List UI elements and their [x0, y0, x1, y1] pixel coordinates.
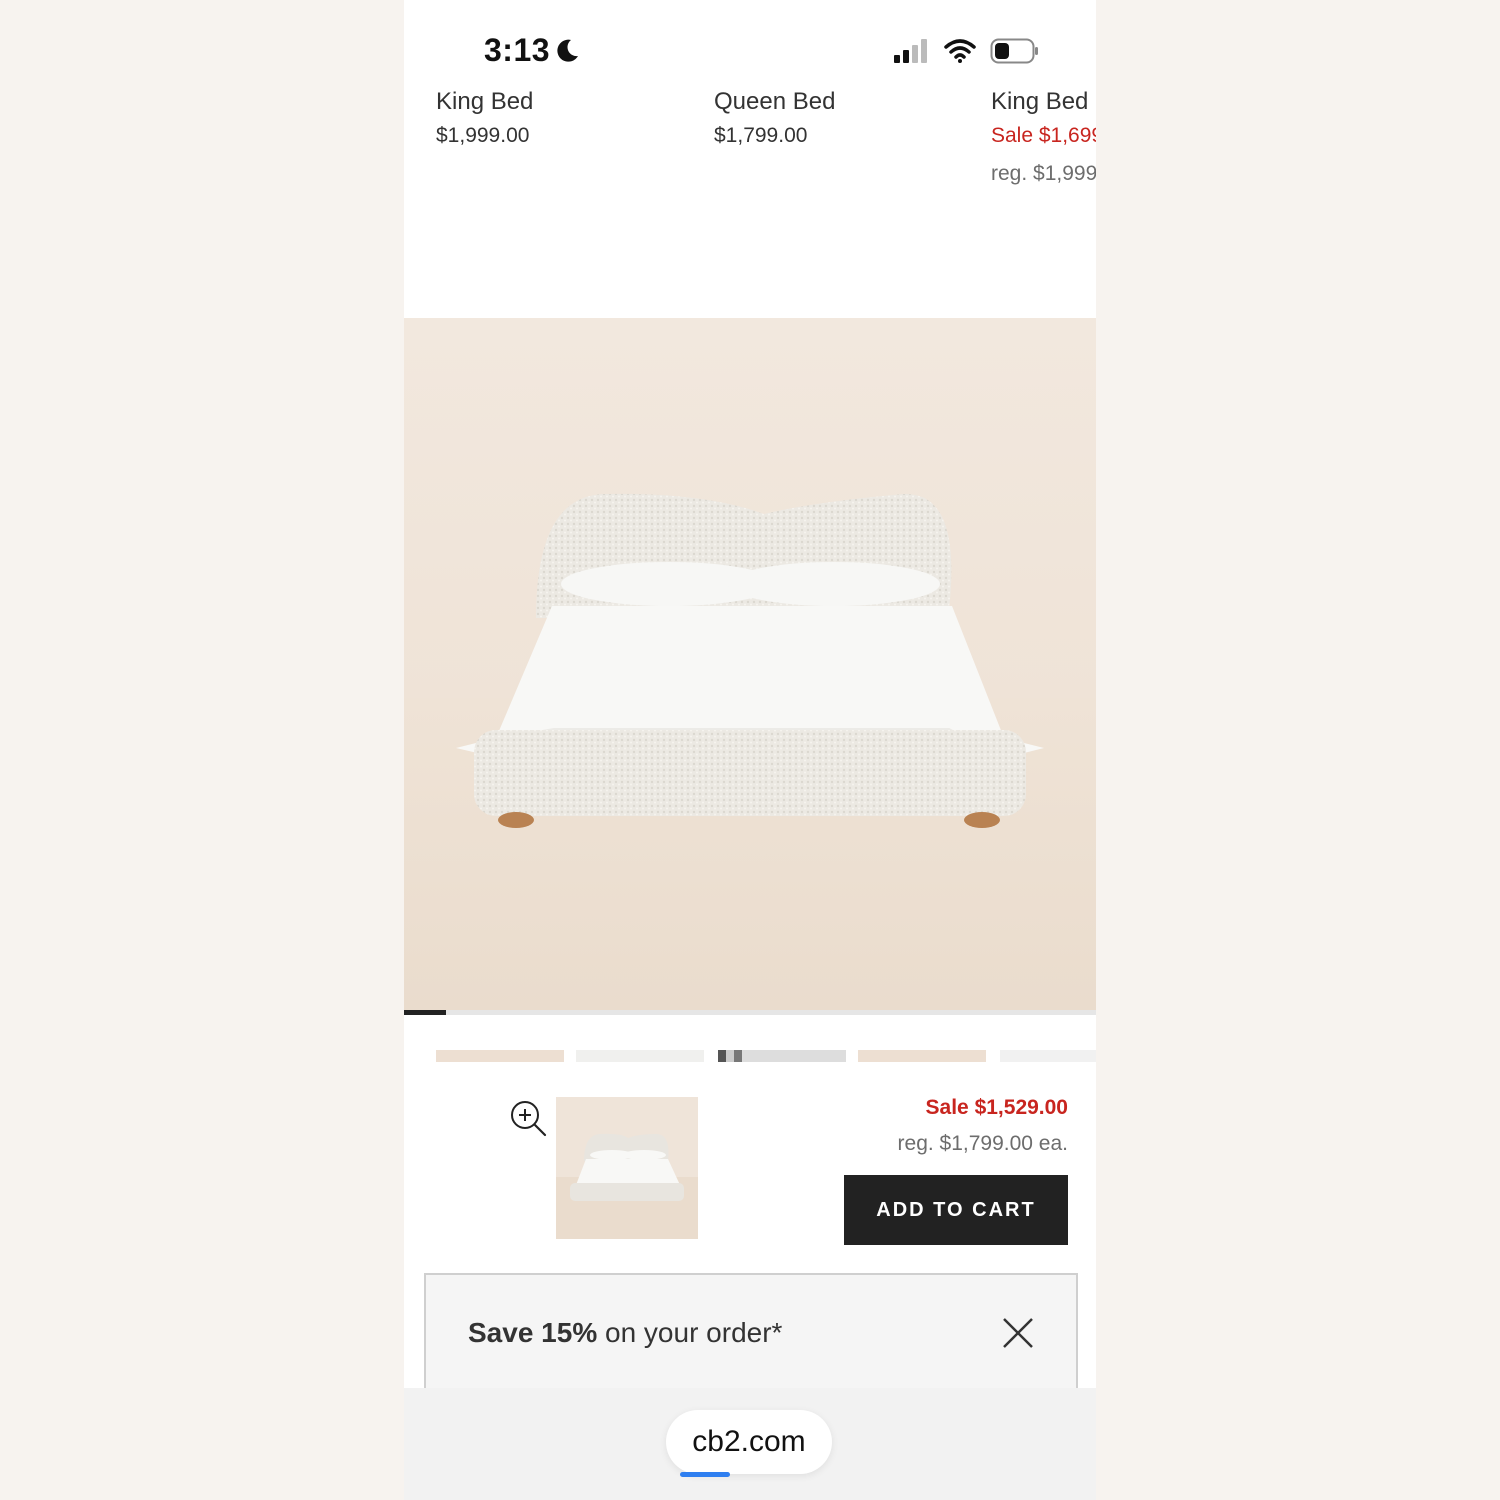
gallery-progress-fill: [404, 1010, 446, 1015]
page-load-progress: [680, 1472, 730, 1477]
gallery-thumbnail[interactable]: [436, 1050, 564, 1062]
moon-icon: [557, 39, 579, 62]
product-name: King Bed: [436, 88, 534, 115]
product-price: $1,799.00: [714, 124, 808, 147]
regular-price: reg. $1,799.00 ea.: [897, 1132, 1068, 1155]
status-icons: [894, 38, 1040, 64]
gallery-thumbnail[interactable]: [858, 1050, 986, 1062]
gallery-progress: [404, 1010, 1096, 1015]
wifi-icon: [944, 39, 976, 63]
product-name: King Bed: [991, 88, 1089, 115]
battery-icon: [990, 38, 1038, 64]
product-card[interactable]: Queen Bed $1,799.00: [714, 82, 974, 148]
product-thumbnail[interactable]: [556, 1097, 698, 1239]
cellular-signal-icon: [894, 39, 927, 63]
gallery-thumbnails[interactable]: [404, 1050, 1096, 1062]
sale-price: Sale $1,529.00: [925, 1096, 1068, 1119]
close-icon[interactable]: [1002, 1317, 1034, 1349]
product-name: Queen Bed: [714, 88, 836, 115]
promo-text-rest: on your order*: [597, 1317, 783, 1348]
bed-illustration: [404, 493, 1096, 1010]
add-to-cart-button[interactable]: ADD TO CART: [844, 1175, 1068, 1245]
zoom-in-icon[interactable]: [508, 1098, 548, 1138]
product-card[interactable]: King Bed $1,999.00: [436, 82, 696, 148]
phone-screen: 3:13 King Bed $1,999.00 Queen Bed $1,799…: [404, 0, 1096, 1500]
address-bar[interactable]: cb2.com: [666, 1410, 832, 1474]
product-hero-image[interactable]: [404, 318, 1096, 1010]
product-card[interactable]: King Bed Sale $1,699.00 reg. $1,999.00: [991, 82, 1096, 186]
gallery-thumbnail[interactable]: [576, 1050, 704, 1062]
promo-banner[interactable]: Save 15% on your order*: [424, 1273, 1078, 1405]
browser-toolbar: cb2.com: [404, 1388, 1096, 1500]
promo-text-bold: Save 15%: [468, 1317, 598, 1348]
related-products-carousel[interactable]: King Bed $1,999.00 Queen Bed $1,799.00 K…: [404, 82, 1096, 202]
status-time-text: 3:13: [484, 32, 551, 68]
promo-text: Save 15% on your order*: [468, 1317, 782, 1349]
product-price: $1,999.00: [436, 124, 530, 147]
gallery-thumbnail[interactable]: [718, 1050, 846, 1062]
product-regular-price: reg. $1,999.00: [991, 162, 1096, 185]
status-time: 3:13: [484, 32, 580, 69]
product-sale-price: Sale $1,699.00: [991, 124, 1096, 147]
sticky-buy-bar: Sale $1,529.00 reg. $1,799.00 ea. ADD TO…: [404, 1062, 1096, 1272]
gallery-thumbnail[interactable]: [1000, 1050, 1096, 1062]
